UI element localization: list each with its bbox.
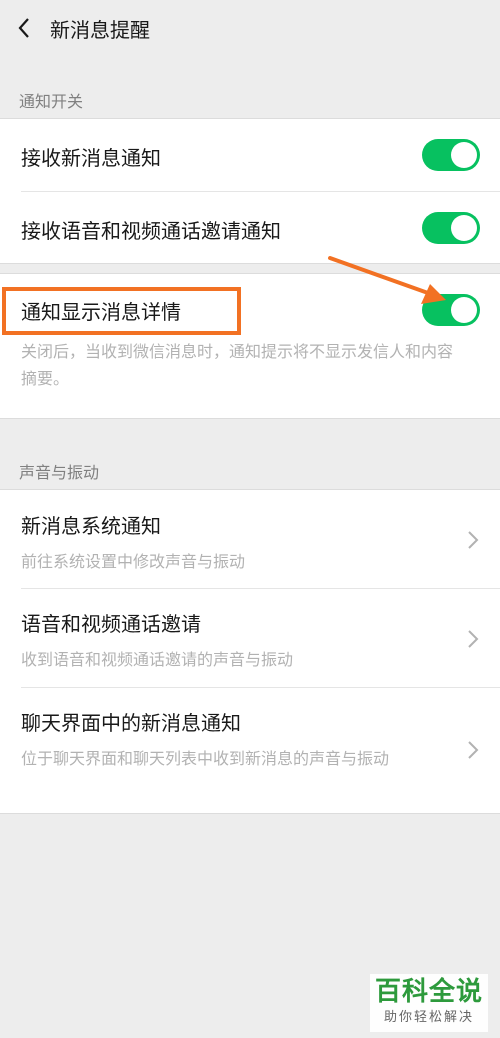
setting-title: 接收语音和视频通话邀请通知: [21, 219, 281, 243]
setting-row-show-details[interactable]: 通知显示消息详情 关闭后，当收到微信消息时，通知提示将不显示发信人和内容摘要。: [0, 274, 500, 419]
notification-card: 接收新消息通知 接收语音和视频通话邀请通知: [0, 118, 500, 264]
setting-title: 接收新消息通知: [21, 146, 161, 170]
setting-row-chat-notification[interactable]: 聊天界面中的新消息通知 位于聊天界面和聊天列表中收到新消息的声音与振动: [0, 688, 500, 814]
section-label-notifications: 通知开关: [19, 92, 84, 111]
chevron-right-icon: [468, 741, 479, 759]
setting-description: 关闭后，当收到微信消息时，通知提示将不显示发信人和内容摘要。: [21, 342, 454, 388]
setting-description: 位于聊天界面和聊天列表中收到新消息的声音与振动: [21, 749, 390, 768]
chevron-right-icon: [468, 531, 479, 549]
setting-description: 前往系统设置中修改声音与振动: [21, 552, 246, 571]
sound-card: 新消息系统通知 前往系统设置中修改声音与振动 语音和视频通话邀请 收到语音和视频…: [0, 489, 500, 814]
chevron-left-icon: [18, 18, 29, 38]
setting-title: 通知显示消息详情: [21, 300, 181, 324]
toggle-knob: [451, 142, 477, 168]
setting-description: 收到语音和视频通话邀请的声音与振动: [21, 650, 294, 669]
detail-card: 通知显示消息详情 关闭后，当收到微信消息时，通知提示将不显示发信人和内容摘要。: [0, 273, 500, 419]
chevron-right-icon: [468, 630, 479, 648]
toggle-knob: [451, 215, 477, 241]
back-button[interactable]: [0, 0, 48, 56]
call-invite-toggle[interactable]: [422, 212, 480, 244]
watermark-title: 百科全说: [374, 977, 483, 1007]
setting-row-call-invite[interactable]: 接收语音和视频通话邀请通知: [0, 192, 500, 264]
page-title: 新消息提醒: [50, 17, 150, 42]
setting-title: 语音和视频通话邀请: [21, 612, 201, 636]
setting-row-call-sound[interactable]: 语音和视频通话邀请 收到语音和视频通话邀请的声音与振动: [0, 589, 500, 687]
watermark-subtitle: 助你轻松解决: [383, 1010, 474, 1025]
show-details-toggle[interactable]: [422, 294, 480, 326]
top-bar: 新消息提醒: [0, 0, 500, 56]
new-message-toggle[interactable]: [422, 139, 480, 171]
watermark-logo: 百科全说 助你轻松解决: [370, 974, 488, 1032]
setting-title: 新消息系统通知: [21, 514, 161, 538]
setting-row-new-message[interactable]: 接收新消息通知: [0, 119, 500, 191]
toggle-knob: [451, 297, 477, 323]
section-label-sound: 声音与振动: [19, 463, 100, 482]
setting-title: 聊天界面中的新消息通知: [21, 711, 241, 735]
setting-row-system-notification[interactable]: 新消息系统通知 前往系统设置中修改声音与振动: [0, 490, 500, 588]
